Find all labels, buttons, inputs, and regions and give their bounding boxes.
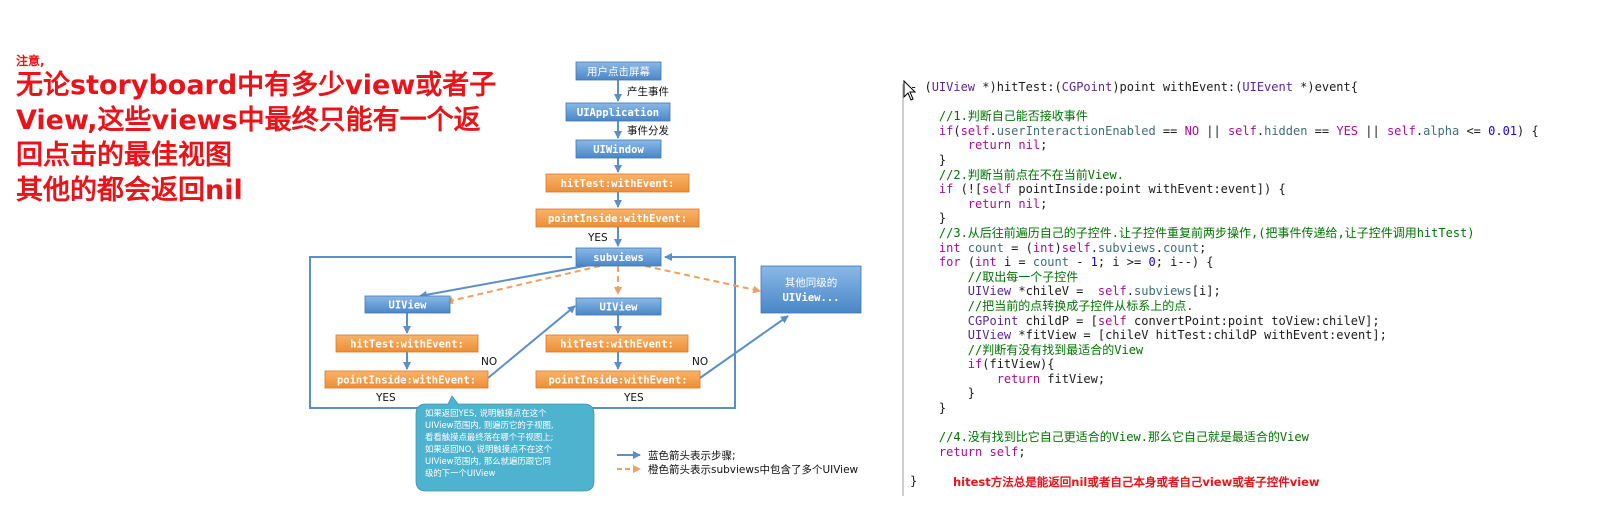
code-line: return nil; — [967, 138, 1048, 153]
legend-blue-text: 蓝色箭头表示步骤; — [648, 449, 736, 462]
code-line: return nil; — [967, 196, 1048, 211]
code-line: if (![self pointInside:point withEvent:e… — [938, 182, 1286, 197]
code-line: //1.判断自己能否接收事件 — [938, 109, 1088, 124]
code-editor[interactable]: - (UIView *)hitTest:(CGPoint)point withE… — [910, 80, 1539, 489]
code-line: return self; — [938, 444, 1026, 459]
box-uiapplication: UIApplication — [577, 107, 659, 119]
editor-divider — [902, 84, 904, 496]
box-other-line2: UIView... — [783, 292, 840, 304]
code-line: } — [910, 152, 947, 167]
box-pointinside-left: pointInside:withEvent: — [337, 375, 476, 387]
hittest-flow-diagram: 用户点击屏幕 UIApplication UIWindow hitTest:wi… — [309, 61, 862, 492]
box-hittest-top: hitTest:withEvent: — [561, 178, 675, 190]
label-yes-top: YES — [587, 232, 608, 244]
box-user-tap: 用户点击屏幕 — [587, 65, 650, 78]
legend-orange-text: 橙色箭头表示subviews中包含了多个UIView — [648, 463, 859, 476]
code-line: for (int i = count - 1; i >= 0; i--) { — [938, 255, 1214, 270]
label-dispatch-event: 事件分发 — [627, 124, 669, 137]
code-line: //3.从后往前遍历自己的子控件.让子控件重复前两步操作,(把事件传递给,让子控… — [938, 225, 1475, 240]
code-line: //2.判断当前点在不在当前View. — [938, 167, 1124, 182]
label-produce-event: 产生事件 — [627, 85, 669, 98]
bubble-line: 看看触摸点最终落在哪个子视图上; — [425, 432, 553, 442]
box-subviews: subviews — [593, 252, 644, 264]
box-hittest-left: hitTest:withEvent: — [350, 339, 464, 351]
code-line: //把当前的点转换成子控件从标系上的点. — [967, 298, 1194, 313]
code-line: //判断有没有找到最适合的View — [967, 342, 1144, 357]
code-line: - (UIView *)hitTest:(CGPoint)point withE… — [910, 80, 1358, 94]
code-line: } — [910, 211, 947, 226]
box-pointinside-top: pointInside:withEvent: — [548, 213, 687, 225]
box-pointinside-mid: pointInside:withEvent: — [548, 375, 687, 387]
footer-note: hitest方法总是能返回nil或者自己本身或者自己view或者子控件view — [953, 475, 1320, 489]
box-uiview-left: UIView — [389, 300, 428, 312]
bubble-line: 级的下一个UIView — [425, 468, 495, 478]
bubble-line: 如果返回NO, 说明触摸点不在这个 — [425, 444, 553, 454]
code-line: } — [910, 386, 976, 401]
label-no-left: NO — [481, 356, 497, 368]
label-yes-left: YES — [375, 392, 396, 404]
code-line: CGPoint childP = [self convertPoint:poin… — [967, 313, 1380, 328]
label-no-mid: NO — [692, 356, 708, 368]
code-line: return fitView; — [996, 371, 1106, 386]
bubble-line: UIView范围内, 那么就遍历跟它同 — [425, 456, 551, 466]
code-line: //4.没有找到比它自己更适合的View.那么它自己就是最适合的View — [938, 430, 1309, 445]
code-line: if(self.userInteractionEnabled == NO || … — [938, 123, 1539, 138]
label-yes-mid: YES — [623, 392, 644, 404]
bubble-line: UIView范围内, 则遍历它的子视图, — [425, 420, 554, 430]
box-uiwindow: UIWindow — [593, 144, 644, 156]
code-line: if(fitView){ — [967, 357, 1055, 372]
bubble-line: 如果返回YES, 说明触摸点在这个 — [425, 408, 547, 418]
code-line: UIView *chileV = self.subviews[i]; — [967, 284, 1221, 299]
code-line: UIView *fitView = [chileV hitTest:childP… — [967, 328, 1387, 343]
code-line: } — [910, 401, 947, 416]
box-other-line1: 其他同级的 — [785, 276, 838, 289]
box-hittest-mid: hitTest:withEvent: — [560, 339, 674, 351]
code-line: int count = (int)self.subviews.count; — [938, 240, 1207, 255]
box-uiview-mid: UIView — [600, 302, 639, 314]
code-line: //取出每一个子控件 — [967, 269, 1079, 284]
